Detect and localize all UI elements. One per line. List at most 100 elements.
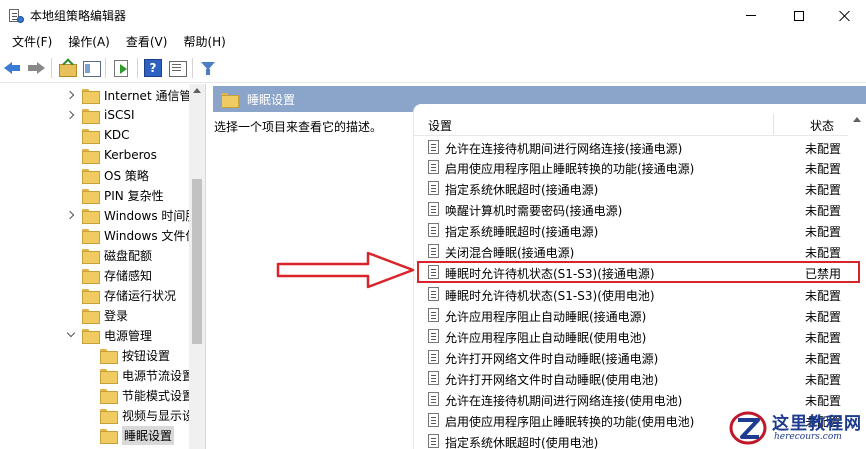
menu-view[interactable]: 查看(V) (118, 31, 176, 53)
tree-item[interactable]: Windows 文件保 (66, 225, 197, 245)
chevron-right-icon[interactable] (66, 90, 76, 100)
properties-icon[interactable] (168, 59, 187, 77)
tree-item[interactable]: Internet 通信管 (66, 85, 191, 105)
toolbar-separator (105, 58, 106, 78)
policy-status: 未配置 (805, 246, 842, 260)
column-divider[interactable] (773, 114, 774, 134)
menu-file[interactable]: 文件(F) (4, 31, 60, 53)
policy-row[interactable]: 睡眠时允许待机状态(S1-S3)(使用电池) 未配置 (414, 284, 854, 304)
tree-item[interactable]: 登录 (66, 305, 128, 325)
folder-icon (82, 228, 100, 244)
tree-item[interactable]: 按钮设置 (84, 345, 170, 365)
back-arrow-icon[interactable] (4, 59, 22, 77)
policy-status: 未配置 (805, 352, 842, 366)
highlight-box (417, 261, 860, 283)
chevron-right-icon[interactable] (66, 110, 76, 120)
policy-row[interactable]: 允许在连接待机期间进行网络连接(使用电池) 未配置 (414, 389, 854, 409)
tree-item[interactable]: PIN 复杂性 (66, 185, 164, 205)
scroll-up-icon[interactable] (193, 88, 201, 93)
tree-item-label: 电源节流设置 (122, 368, 195, 383)
folder-icon (100, 408, 118, 424)
policy-name: 指定系统休眠超时(接通电源) (445, 183, 599, 197)
policy-row[interactable]: 允许打开网络文件时自动睡眠(使用电池) 未配置 (414, 368, 854, 388)
forward-arrow-icon[interactable] (27, 59, 45, 77)
folder-icon (82, 308, 100, 324)
tree-item-label: 按钮设置 (122, 348, 171, 363)
tree-item[interactable]: 存储感知 (66, 265, 152, 285)
minimize-icon (746, 15, 756, 16)
tree-item-label: Windows 时间服 (104, 208, 198, 223)
minimize-button[interactable] (728, 0, 774, 31)
menu-action[interactable]: 操作(A) (60, 31, 118, 53)
tree-scrollbar-thumb[interactable] (192, 179, 202, 344)
tree-item-label: 节能模式设置 (122, 388, 195, 403)
folder-icon (82, 248, 100, 264)
folder-icon (82, 188, 100, 204)
tree-item[interactable]: 视频与显示设 (84, 405, 194, 425)
up-one-level-icon[interactable] (58, 59, 77, 77)
tree-scrollbar[interactable] (189, 84, 205, 449)
tree-item[interactable]: OS 策略 (66, 165, 149, 185)
policy-name: 唤醒计算机时需要密码(接通电源) (445, 204, 623, 218)
policy-row[interactable]: 允许应用程序阻止自动睡眠(接通电源) 未配置 (414, 305, 854, 325)
policy-status: 未配置 (805, 204, 842, 218)
policy-setting-icon (428, 244, 439, 258)
policy-row[interactable]: 唤醒计算机时需要密码(接通电源) 未配置 (414, 199, 854, 219)
policy-setting-icon (428, 329, 439, 343)
folder-icon (221, 92, 239, 108)
maximize-icon (794, 10, 804, 21)
policy-name: 允许打开网络文件时自动睡眠(使用电池) (445, 373, 659, 387)
policy-name: 启用使应用程序阻止睡眠转换的功能(使用电池) (445, 415, 695, 429)
policy-setting-icon (428, 392, 439, 406)
close-icon (839, 10, 851, 22)
policy-row[interactable]: 允许应用程序阻止自动睡眠(使用电池) 未配置 (414, 326, 854, 346)
folder-icon (82, 128, 100, 144)
policy-tree: Internet 通信管 iSCSI KDC Kerberos OS 策略 PI… (0, 84, 206, 449)
tree-item[interactable]: iSCSI (66, 105, 135, 125)
policy-setting-icon (428, 181, 439, 195)
policy-row[interactable]: 指定系统休眠超时(接通电源) 未配置 (414, 178, 854, 198)
tree-item[interactable]: Kerberos (66, 145, 157, 165)
policy-setting-icon (428, 371, 439, 385)
policy-row[interactable]: 允许打开网络文件时自动睡眠(接通电源) 未配置 (414, 347, 854, 367)
policy-status: 未配置 (805, 310, 842, 324)
menu-help[interactable]: 帮助(H) (175, 31, 233, 53)
close-button[interactable] (822, 0, 866, 31)
tree-item-label: Kerberos (104, 148, 157, 162)
tree-item-selected[interactable]: 睡眠设置 (84, 425, 175, 445)
scroll-up-icon[interactable] (853, 117, 861, 122)
help-icon[interactable]: ? (144, 59, 162, 77)
policy-row[interactable]: 指定系统睡眠超时(接通电源) 未配置 (414, 220, 854, 240)
toolbar-separator (51, 58, 52, 78)
tree-item[interactable]: 节能模式设置 (84, 385, 194, 405)
filter-icon[interactable] (199, 59, 217, 77)
policy-status: 未配置 (805, 225, 842, 239)
tree-item[interactable]: 磁盘配额 (66, 245, 152, 265)
column-setting[interactable]: 设置 (428, 117, 452, 134)
tree-item[interactable]: KDC (66, 125, 130, 145)
maximize-button[interactable] (776, 0, 822, 31)
group-policy-app-icon (8, 8, 24, 23)
tree-item[interactable]: 电源节流设置 (84, 365, 194, 385)
chevron-down-icon[interactable] (66, 330, 76, 340)
policy-status: 未配置 (805, 162, 842, 176)
chevron-right-icon[interactable] (66, 210, 76, 220)
tree-item-label: Windows 文件保 (104, 228, 198, 243)
policy-setting-icon (428, 287, 439, 301)
tree-item-label: 登录 (104, 308, 129, 323)
column-status[interactable]: 状态 (810, 117, 834, 134)
folder-icon (82, 288, 100, 304)
tree-item[interactable]: 存储运行状况 (66, 285, 176, 305)
policy-row[interactable]: 启用使应用程序阻止睡眠转换的功能(接通电源) 未配置 (414, 157, 854, 177)
export-list-icon[interactable] (112, 59, 130, 77)
show-hide-tree-icon[interactable] (82, 59, 101, 77)
policy-name: 指定系统睡眠超时(接通电源) (445, 225, 599, 239)
policy-row[interactable]: 允许在连接待机期间进行网络连接(接通电源) 未配置 (414, 137, 854, 157)
folder-icon (100, 348, 118, 364)
policy-row[interactable]: 关闭混合睡眠(接通电源) 未配置 (414, 241, 854, 261)
policy-name: 允许在连接待机期间进行网络连接(接通电源) (445, 142, 683, 156)
tree-item[interactable]: Windows 时间服 (66, 205, 197, 225)
tree-item-label: KDC (104, 128, 130, 142)
title-bar: 本地组策略编辑器 (0, 0, 866, 31)
tree-item[interactable]: 电源管理 (66, 325, 152, 345)
